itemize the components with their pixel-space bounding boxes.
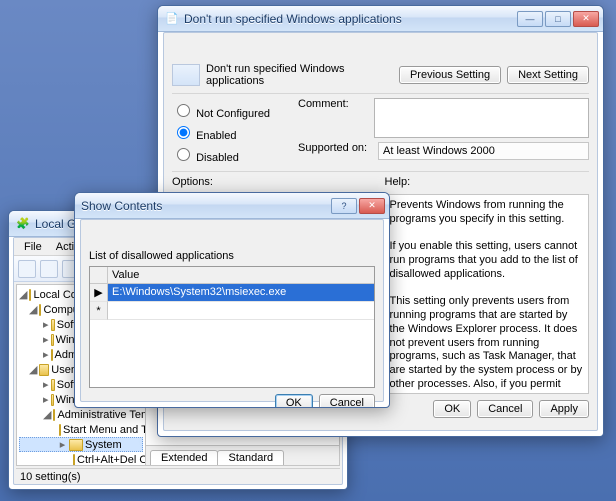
folder-icon [73, 454, 75, 466]
maximize-button[interactable]: □ [545, 11, 571, 27]
help-button[interactable]: ? [331, 198, 357, 214]
policy-heading: Don't run specified Windows applications [206, 63, 393, 87]
state-radio-group: Not Configured Enabled Disabled [172, 98, 292, 167]
options-label: Options: [172, 176, 377, 188]
folder-icon [51, 379, 55, 391]
folder-icon [69, 439, 83, 451]
grid-header: Value [90, 267, 374, 284]
folder-icon [39, 364, 49, 376]
folder-icon [51, 334, 54, 346]
grid-row-new[interactable]: * [90, 302, 374, 320]
ok-button[interactable]: OK [433, 400, 471, 418]
show-contents-dialog: Show Contents ? ✕ List of disallowed app… [74, 192, 390, 408]
policy-icon: 📄 [164, 11, 180, 27]
tree-item[interactable]: Ctrl+Alt+Del Options [77, 454, 146, 466]
folder-icon [53, 409, 55, 421]
show-contents-title: Show Contents [81, 199, 331, 213]
folder-icon [51, 394, 54, 406]
policy-titlebar[interactable]: 📄 Don't run specified Windows applicatio… [158, 6, 603, 32]
column-value[interactable]: Value [108, 267, 374, 283]
gpedit-icon: 🧩 [15, 216, 31, 232]
tab-extended[interactable]: Extended [150, 450, 218, 465]
supported-on-value: At least Windows 2000 [378, 142, 589, 160]
radio-enabled[interactable]: Enabled [172, 123, 292, 142]
cancel-button[interactable]: Cancel [319, 394, 375, 408]
status-bar: 10 setting(s) [16, 468, 340, 484]
policy-heading-icon [172, 64, 200, 86]
show-contents-titlebar[interactable]: Show Contents ? ✕ [75, 193, 389, 219]
radio-disabled[interactable]: Disabled [172, 145, 292, 164]
radio-not-configured[interactable]: Not Configured [172, 101, 292, 120]
values-grid[interactable]: Value ▶ E:\Windows\System32\msiexec.exe … [89, 266, 375, 388]
tree-item-selected[interactable]: System [85, 439, 122, 451]
grid-cell[interactable]: E:\Windows\System32\msiexec.exe [108, 284, 374, 302]
help-label: Help: [385, 176, 590, 188]
comment-label: Comment: [298, 98, 374, 138]
menu-file[interactable]: File [18, 240, 48, 254]
policy-title: Don't run specified Windows applications [184, 12, 517, 26]
next-setting-button[interactable]: Next Setting [507, 66, 589, 84]
folder-icon [29, 289, 31, 301]
supported-on-label: Supported on: [298, 142, 378, 160]
apply-button[interactable]: Apply [539, 400, 589, 418]
previous-setting-button[interactable]: Previous Setting [399, 66, 501, 84]
ok-button[interactable]: OK [275, 394, 313, 408]
tree-item[interactable]: Start Menu and Taskbar [63, 424, 146, 436]
help-text[interactable]: Prevents Windows from running the progra… [385, 194, 590, 394]
grid-row-selected[interactable]: ▶ E:\Windows\System32\msiexec.exe [90, 284, 374, 302]
row-selector-icon: ▶ [90, 284, 108, 302]
toolbar-back-icon[interactable] [18, 260, 36, 278]
comment-input[interactable] [374, 98, 590, 138]
close-button[interactable]: ✕ [573, 11, 599, 27]
cancel-button[interactable]: Cancel [477, 400, 533, 418]
show-contents-caption: List of disallowed applications [89, 250, 375, 262]
folder-icon [51, 319, 55, 331]
tree-item[interactable]: Administrative Templates [57, 409, 146, 421]
tab-standard[interactable]: Standard [217, 450, 284, 465]
new-row-icon: * [90, 302, 108, 320]
folder-icon [51, 349, 53, 361]
folder-icon [39, 304, 41, 316]
view-tabs: Extended Standard [146, 445, 339, 465]
grid-cell-empty[interactable] [108, 302, 374, 320]
folder-icon [59, 424, 61, 436]
toolbar-forward-icon[interactable] [40, 260, 58, 278]
minimize-button[interactable]: — [517, 11, 543, 27]
close-button[interactable]: ✕ [359, 198, 385, 214]
status-text: 10 setting(s) [20, 471, 81, 483]
